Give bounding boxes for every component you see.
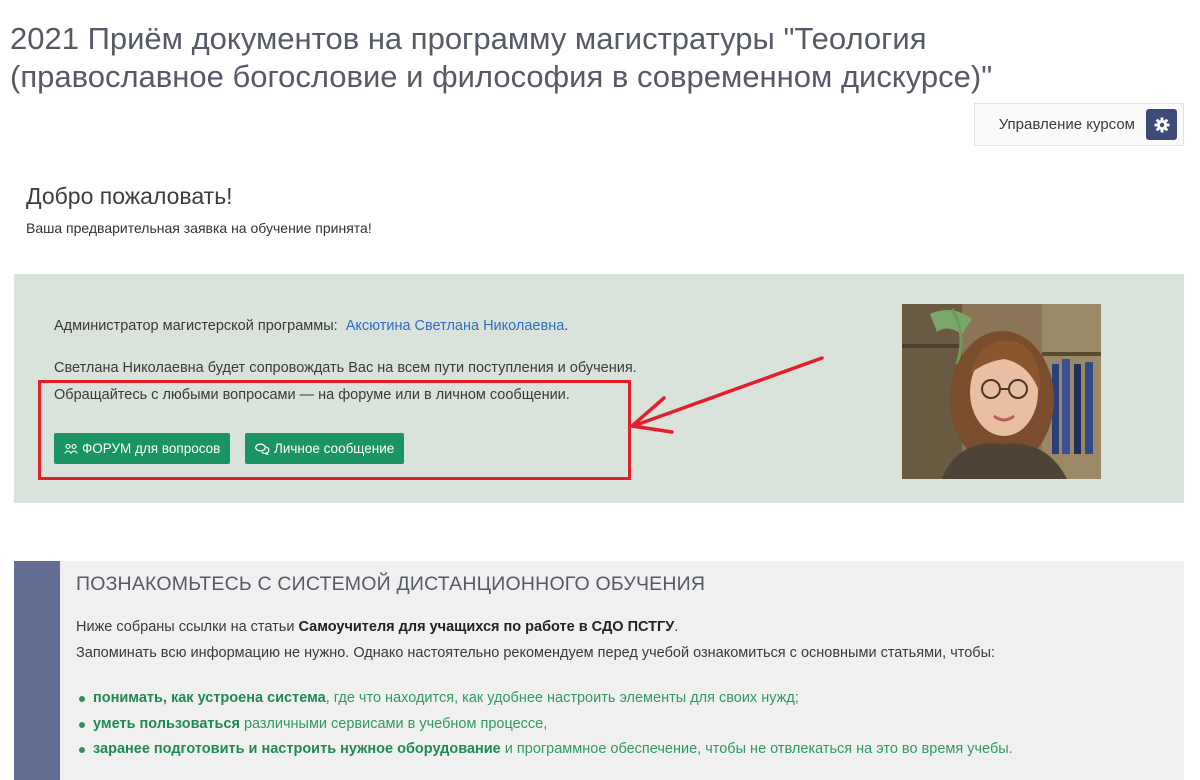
list-item-rest: и программное обеспечение, чтобы не отвл… <box>500 741 1013 757</box>
info-line-1-prefix: Ниже собраны ссылки на статьи <box>76 619 295 635</box>
red-arrow-annotation <box>630 356 824 434</box>
gear-icon <box>1154 117 1169 132</box>
info-line-1: Ниже собраны ссылки на статьи Самоучител… <box>76 619 678 635</box>
admin-line: Администратор магистерской программы: Ак… <box>54 318 568 334</box>
info-bullets: понимать, как устроена система, где что … <box>76 686 1013 763</box>
list-item: заранее подготовить и настроить нужное о… <box>76 737 1013 763</box>
info-line-1-bold: Самоучителя для учащихся по работе в СДО… <box>298 619 675 635</box>
list-item: понимать, как устроена система, где что … <box>76 686 1013 712</box>
list-item: уметь пользоваться различными сервисами … <box>76 712 1013 738</box>
info-side-bar <box>14 561 60 780</box>
list-item-rest: , где что находится, как удобнее настрои… <box>325 690 799 706</box>
admin-name-link[interactable]: Аксютина Светлана Николаевна <box>346 318 565 334</box>
course-admin-menu[interactable]: Управление курсом <box>974 103 1184 146</box>
list-item-rest: различными сервисами в учебном процессе, <box>239 715 548 732</box>
info-panel: ПОЗНАКОМЬТЕСЬ С СИСТЕМОЙ ДИСТАНЦИОННОГО … <box>14 561 1184 780</box>
admin-prefix: Администратор магистерской программы: <box>54 318 338 334</box>
admin-suffix: . <box>564 318 569 334</box>
highlight-frame <box>38 380 631 480</box>
admin-photo <box>902 304 1101 479</box>
list-item-bold[interactable]: заранее подготовить и настроить нужное о… <box>93 741 501 757</box>
info-title: ПОЗНАКОМЬТЕСЬ С СИСТЕМОЙ ДИСТАНЦИОННОГО … <box>76 573 706 595</box>
gear-button[interactable] <box>1146 109 1177 140</box>
welcome-title: Добро пожаловать! <box>26 183 233 209</box>
list-item-bold[interactable]: понимать, как устроена система <box>93 690 326 706</box>
admin-description: Светлана Николаевна будет сопровождать В… <box>54 360 637 376</box>
page-title: 2021 Приём документов на программу магис… <box>10 21 993 94</box>
info-line-2: Запоминать всю информацию не нужно. Одна… <box>76 645 996 661</box>
list-item-bold[interactable]: уметь пользоваться <box>93 716 240 732</box>
course-admin-label[interactable]: Управление курсом <box>999 116 1135 133</box>
welcome-text: Ваша предварительная заявка на обучение … <box>26 220 372 236</box>
info-line-1-suffix: . <box>674 619 679 635</box>
